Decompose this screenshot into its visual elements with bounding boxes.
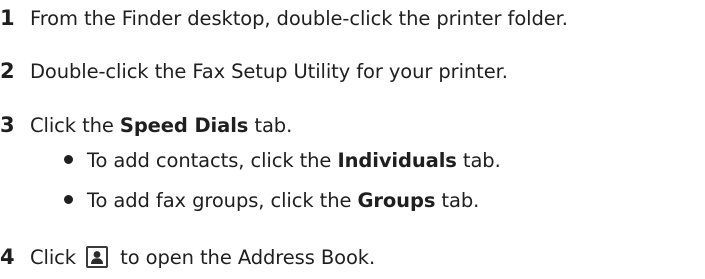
step-number: 4 (0, 245, 15, 269)
step-number: 1 (0, 6, 15, 30)
bullet-text: To add contacts, click the Individuals t… (87, 149, 501, 172)
address-book-person-icon (86, 246, 109, 268)
bullet-text: To add fax groups, click the Groups tab. (87, 189, 479, 212)
step-text-suffix: tab. (248, 114, 293, 137)
bullet-text-prefix: To add contacts, click the (87, 149, 338, 172)
bullet-text-suffix: tab. (435, 189, 480, 212)
step-1: 1 From the Finder desktop, double-click … (0, 6, 568, 30)
step-number: 2 (0, 59, 15, 83)
speed-dials-tab-label: Speed Dials (119, 114, 249, 137)
bullet-text-suffix: tab. (456, 149, 501, 172)
step-text-suffix: to open the Address Book. (114, 246, 376, 269)
instruction-document: 1 From the Finder desktop, double-click … (0, 0, 705, 279)
step-text: Click the Speed Dials tab. (30, 114, 292, 137)
step-text-prefix: Click the (30, 114, 120, 137)
step-4: 4 Click to open the Address Book. (0, 245, 375, 269)
step-text-prefix: Click (30, 246, 83, 269)
bullet-text-prefix: To add fax groups, click the (87, 189, 358, 212)
step-text: From the Finder desktop, double-click th… (30, 7, 568, 30)
step-3: 3 Click the Speed Dials tab. (0, 113, 292, 137)
step-number: 3 (0, 113, 15, 137)
step-2: 2 Double-click the Fax Setup Utility for… (0, 59, 508, 83)
bullet-icon (64, 155, 73, 164)
bullet-individuals: To add contacts, click the Individuals t… (64, 149, 501, 172)
bullet-icon (64, 195, 73, 204)
individuals-tab-label: Individuals (337, 149, 457, 172)
step-text: Click to open the Address Book. (30, 246, 375, 269)
step-text: Double-click the Fax Setup Utility for y… (30, 60, 508, 83)
bullet-groups: To add fax groups, click the Groups tab. (64, 189, 479, 212)
groups-tab-label: Groups (357, 189, 436, 212)
